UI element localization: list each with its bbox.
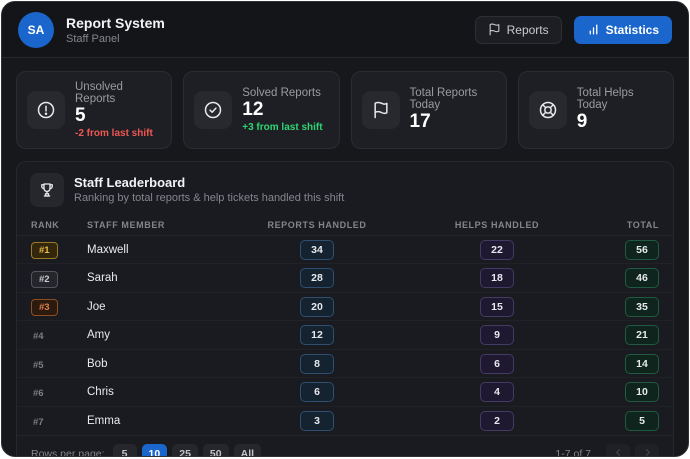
table-row[interactable]: #5 Bob 8 6 14 [17,350,673,379]
reports-handled-badge: 3 [300,411,334,432]
total-badge: 56 [625,239,659,260]
report-system-window: SA Report System Staff Panel Reports Sta… [1,1,689,457]
stat-label: Solved Reports [242,87,321,99]
reports-handled-badge: 28 [300,268,334,289]
rank-badge: #3 [31,299,58,317]
helps-handled-badge: 9 [480,325,514,346]
table-footer: Rows per page: 5 10 25 50 All 1-7 of 7 [17,435,673,457]
column-header-staff-member: Staff Member [87,220,166,231]
page-size-button-10[interactable]: 10 [141,444,168,456]
staff-name: Emma [87,415,121,428]
helps-handled-badge: 2 [480,411,514,432]
column-header-rank: Rank [31,220,60,231]
rank-badge: #7 [33,417,44,429]
reports-handled-badge: 8 [300,353,334,374]
page-subtitle: Staff Panel [66,32,120,45]
total-badge: 35 [625,296,659,317]
reports-button[interactable]: Reports [474,15,562,44]
helps-handled-badge: 15 [480,296,514,317]
reports-button-label: Reports [506,22,549,37]
column-header-reports-handled: Reports Handled [267,220,367,231]
total-badge: 10 [625,382,659,403]
header-titles: Report System Staff Panel [66,15,165,45]
stat-card-total-reports: Total Reports Today 17 [350,71,507,149]
reports-handled-badge: 34 [300,239,334,260]
stat-card-unsolved: Unsolved Reports 5 -2 from last shift [16,71,173,149]
stat-value: 5 [75,105,86,126]
table-row[interactable]: #2 Sarah 28 18 46 [17,264,673,293]
rank-badge: #1 [31,242,58,260]
helps-handled-badge: 4 [480,382,514,403]
stat-label: Unsolved Reports [75,81,123,105]
leaderboard-header: Staff Leaderboard Ranking by total repor… [17,162,673,216]
leaderboard-subtitle: Ranking by total reports & help tickets … [74,192,345,205]
table-row[interactable]: #4 Amy 12 9 21 [17,321,673,350]
leaderboard-title: Staff Leaderboard [74,175,186,191]
table-row[interactable]: #7 Emma 3 2 5 [17,407,673,436]
staff-name: Amy [87,329,110,342]
stat-value: 17 [409,111,431,132]
total-badge: 21 [625,325,659,346]
reports-handled-badge: 6 [300,382,334,403]
table-row[interactable]: #3 Joe 20 15 35 [17,293,673,322]
stat-value: 12 [242,99,264,120]
table-body: #1 Maxwell 34 22 56 #2 Sarah 28 18 46 #3… [17,236,673,436]
rank-badge: #5 [33,359,44,371]
trophy-icon [30,172,64,207]
top-bar: SA Report System Staff Panel Reports Sta… [2,2,688,58]
chevron-left-icon [613,445,624,456]
avatar[interactable]: SA [18,11,54,48]
stat-value: 9 [576,111,588,132]
previous-page-button[interactable] [606,444,630,456]
column-header-total: Total [626,220,659,231]
statistics-button[interactable]: Statistics [573,15,672,44]
staff-name: Joe [87,300,106,313]
statistics-button-label: Statistics [605,22,659,37]
page-size-button-25[interactable]: 25 [172,444,198,456]
bar-chart-icon [587,23,600,36]
stat-delta: -2 from last shift [75,127,153,139]
staff-name: Bob [87,357,108,370]
staff-name: Sarah [87,272,118,285]
total-badge: 46 [625,268,659,289]
stat-card-solved: Solved Reports 12 +3 from last shift [183,71,340,149]
reports-handled-badge: 12 [300,325,334,346]
reports-handled-badge: 20 [300,296,334,317]
rank-badge: #2 [31,270,58,288]
staff-leaderboard: Staff Leaderboard Ranking by total repor… [16,160,674,457]
helps-handled-badge: 22 [480,239,514,260]
stat-delta: +3 from last shift [242,121,323,133]
column-header-helps-handled: Helps Handled [454,220,540,231]
helps-handled-badge: 6 [480,353,514,374]
rank-badge: #4 [33,331,44,343]
stats-row: Unsolved Reports 5 -2 from last shift So… [2,58,688,161]
stat-label: Total Helps Today [576,87,634,111]
alert-circle-icon [27,90,65,129]
chevron-right-icon [642,445,653,456]
rows-per-page-label: Rows per page: [31,448,105,457]
stat-card-total-helps: Total Helps Today 9 [517,71,674,149]
page-range: 1-7 of 7 [555,448,591,457]
total-badge: 14 [625,353,659,374]
flag-icon [488,23,501,36]
helps-handled-badge: 18 [480,268,514,289]
staff-name: Maxwell [87,243,129,256]
table-row[interactable]: #6 Chris 6 4 10 [17,378,673,407]
flag-icon [361,90,400,129]
life-buoy-icon [528,90,567,129]
page-size-button-50[interactable]: 50 [202,444,229,456]
next-page-button[interactable] [635,444,659,456]
stat-label: Total Reports Today [409,87,478,111]
page-size-buttons: 5 10 25 50 All [112,444,266,456]
check-circle-icon [194,90,233,129]
table-row[interactable]: #1 Maxwell 34 22 56 [17,236,673,265]
page-size-button-all[interactable]: All [233,444,262,456]
table-header-row: Rank Staff Member Reports Handled Helps … [17,216,673,236]
page-size-button-5[interactable]: 5 [112,444,137,456]
total-badge: 5 [625,411,659,432]
page-title: Report System [66,14,165,31]
staff-name: Chris [87,386,114,399]
rank-badge: #6 [33,388,44,400]
